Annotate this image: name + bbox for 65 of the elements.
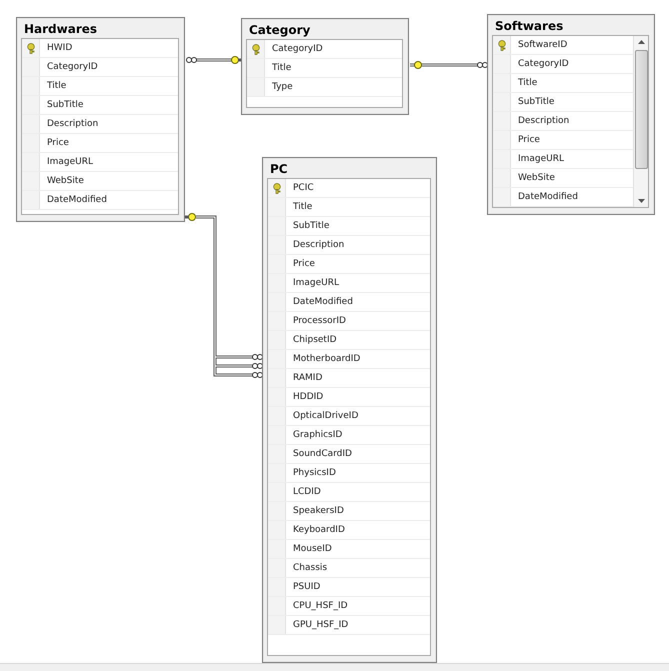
key-icon — [498, 40, 506, 50]
column-name[interactable]: Description — [40, 119, 98, 129]
column-name[interactable]: LCDID — [286, 487, 321, 497]
scroll-down-icon[interactable] — [638, 199, 644, 203]
column-name[interactable]: SubTitle — [511, 97, 554, 107]
scroll-up-icon[interactable] — [638, 40, 644, 44]
scrollbar[interactable] — [633, 36, 648, 207]
column-name[interactable]: CPU_HSF_ID — [286, 601, 348, 611]
table-card[interactable]: Hardwares HWID CategoryID Title SubTitle Description Price ImageURL WebSite DateModified — [16, 17, 185, 222]
column-name[interactable]: WebSite — [40, 176, 84, 186]
column-name[interactable]: DateModified — [40, 195, 107, 205]
column-name[interactable]: DateModified — [286, 297, 353, 307]
column-name[interactable]: OpticalDriveID — [286, 411, 358, 421]
column-name[interactable]: Price — [286, 259, 315, 269]
column-name[interactable]: ImageURL — [40, 157, 94, 167]
table-title: Softwares — [494, 18, 564, 35]
column-name[interactable]: ImageURL — [286, 278, 340, 288]
column-name[interactable]: PhysicsID — [286, 468, 336, 478]
table-card[interactable]: Category CategoryID Title Type — [241, 18, 409, 115]
column-name[interactable]: HDDID — [286, 392, 324, 402]
column-name[interactable]: SubTitle — [40, 100, 84, 110]
column-name[interactable]: RAMID — [286, 373, 322, 383]
column-name[interactable]: Price — [40, 138, 69, 148]
column-name[interactable]: Description — [286, 240, 344, 250]
table-title: Hardwares — [23, 21, 98, 38]
column-name[interactable]: PCIC — [286, 183, 314, 193]
row-selector[interactable] — [493, 36, 511, 54]
column-name[interactable]: ChipsetID — [286, 335, 337, 345]
column-name[interactable]: MouseID — [286, 544, 332, 554]
column-name[interactable]: KeyboardID — [286, 525, 345, 535]
key-icon — [252, 44, 260, 54]
relationship-line — [186, 56, 241, 64]
column-name[interactable]: GPU_HSF_ID — [286, 620, 348, 630]
column-name[interactable]: DateModified — [511, 192, 578, 202]
column-name[interactable]: Price — [511, 135, 540, 145]
key-icon — [272, 182, 280, 194]
column-name[interactable]: GraphicsID — [286, 430, 342, 440]
column-name[interactable]: CategoryID — [40, 62, 98, 72]
column-name[interactable]: Title — [511, 78, 538, 88]
table-card[interactable]: Softwares SoftwareID CategoryID Title SubTitle Description Price ImageURL WebSite DateModified — [487, 14, 655, 215]
row-selector[interactable] — [247, 40, 265, 58]
column-name[interactable]: ImageURL — [511, 154, 564, 164]
column-name[interactable]: SoftwareID — [511, 40, 568, 50]
column-name[interactable]: CategoryID — [265, 44, 323, 54]
table-title: PC — [269, 161, 289, 178]
key-icon — [26, 42, 34, 54]
column-name[interactable]: Title — [265, 63, 292, 73]
column-name[interactable]: ProcessorID — [286, 316, 346, 326]
column-name[interactable]: MotherboardID — [286, 354, 360, 364]
column-name[interactable]: SoundCardID — [286, 449, 352, 459]
column-name[interactable]: Title — [40, 81, 66, 91]
table-title: Category — [248, 22, 312, 39]
column-name[interactable]: Description — [511, 116, 570, 126]
column-name[interactable]: Chassis — [286, 563, 328, 573]
row-selector[interactable] — [268, 179, 286, 197]
column-name[interactable]: WebSite — [511, 173, 555, 183]
row-selector[interactable] — [22, 39, 40, 57]
column-name[interactable]: SubTitle — [286, 221, 330, 231]
column-name[interactable]: Title — [286, 202, 312, 212]
scroll-thumb[interactable] — [634, 50, 648, 169]
column-name[interactable]: PSUID — [286, 582, 320, 592]
column-name[interactable]: Type — [265, 82, 293, 92]
column-name[interactable]: HWID — [40, 43, 72, 53]
column-name[interactable]: CategoryID — [511, 59, 569, 69]
column-name[interactable]: SpeakersID — [286, 506, 344, 516]
